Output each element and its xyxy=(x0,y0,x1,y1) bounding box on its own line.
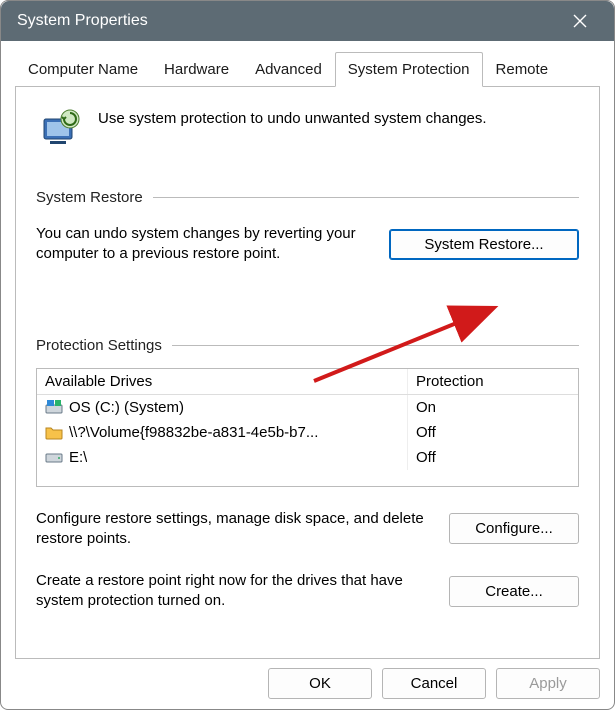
button-label: Apply xyxy=(529,675,567,692)
system-restore-row: You can undo system changes by reverting… xyxy=(36,224,579,265)
drive-label: E:\ xyxy=(69,449,87,466)
window-title: System Properties xyxy=(17,12,560,30)
drive-icon xyxy=(45,449,63,465)
button-label: OK xyxy=(309,675,331,692)
table-header: Available Drives Protection xyxy=(37,369,578,395)
table-row[interactable]: \\?\Volume{f98832be-a831-4e5b-b7... Off xyxy=(37,420,578,445)
tab-advanced[interactable]: Advanced xyxy=(242,52,335,87)
legend-text: Protection Settings xyxy=(36,337,162,354)
protection-status: Off xyxy=(408,420,578,445)
button-label: Cancel xyxy=(411,675,458,692)
tab-page-system-protection: Use system protection to undo unwanted s… xyxy=(15,87,600,659)
configure-description: Configure restore settings, manage disk … xyxy=(36,509,431,550)
configure-button[interactable]: Configure... xyxy=(449,513,579,544)
close-button[interactable] xyxy=(560,1,600,41)
titlebar: System Properties xyxy=(1,1,614,41)
tab-system-protection[interactable]: System Protection xyxy=(335,52,483,87)
configure-row: Configure restore settings, manage disk … xyxy=(36,509,579,550)
folder-icon xyxy=(45,424,63,440)
tab-strip: Computer Name Hardware Advanced System P… xyxy=(15,51,600,87)
tab-label: Remote xyxy=(496,61,549,78)
tab-label: Advanced xyxy=(255,61,322,78)
create-description: Create a restore point right now for the… xyxy=(36,571,431,612)
legend-text: System Restore xyxy=(36,189,143,206)
intro-text: Use system protection to undo unwanted s… xyxy=(98,105,487,129)
button-label: Configure... xyxy=(475,520,553,537)
protection-status: On xyxy=(408,395,578,420)
table-row[interactable]: E:\ Off xyxy=(37,445,578,486)
create-button[interactable]: Create... xyxy=(449,576,579,607)
tab-hardware[interactable]: Hardware xyxy=(151,52,242,87)
tab-computer-name[interactable]: Computer Name xyxy=(15,52,151,87)
dialog-button-row: OK Cancel Apply xyxy=(268,668,600,699)
drive-label: OS (C:) (System) xyxy=(69,399,184,416)
protection-settings-legend: Protection Settings xyxy=(36,337,579,354)
drive-label: \\?\Volume{f98832be-a831-4e5b-b7... xyxy=(69,424,318,441)
column-header-drive[interactable]: Available Drives xyxy=(37,369,408,394)
table-row[interactable]: OS (C:) (System) On xyxy=(37,395,578,420)
tab-remote[interactable]: Remote xyxy=(483,52,562,87)
create-row: Create a restore point right now for the… xyxy=(36,571,579,612)
system-restore-description: You can undo system changes by reverting… xyxy=(36,224,371,265)
protection-status: Off xyxy=(408,445,578,470)
intro-row: Use system protection to undo unwanted s… xyxy=(36,105,579,153)
drives-table: Available Drives Protection OS (C:) (Sys… xyxy=(36,368,579,487)
system-protection-icon xyxy=(36,105,84,153)
close-icon xyxy=(573,14,587,28)
divider xyxy=(172,345,579,346)
system-restore-legend: System Restore xyxy=(36,189,579,206)
divider xyxy=(153,197,579,198)
button-label: Create... xyxy=(485,583,543,600)
column-header-protection[interactable]: Protection xyxy=(408,369,578,394)
cancel-button[interactable]: Cancel xyxy=(382,668,486,699)
tab-label: Computer Name xyxy=(28,61,138,78)
button-label: System Restore... xyxy=(424,236,543,253)
tab-label: System Protection xyxy=(348,61,470,78)
system-restore-button[interactable]: System Restore... xyxy=(389,229,579,260)
apply-button[interactable]: Apply xyxy=(496,668,600,699)
ok-button[interactable]: OK xyxy=(268,668,372,699)
dialog-content: Computer Name Hardware Advanced System P… xyxy=(1,41,614,709)
tab-label: Hardware xyxy=(164,61,229,78)
drive-windows-icon xyxy=(45,399,63,415)
